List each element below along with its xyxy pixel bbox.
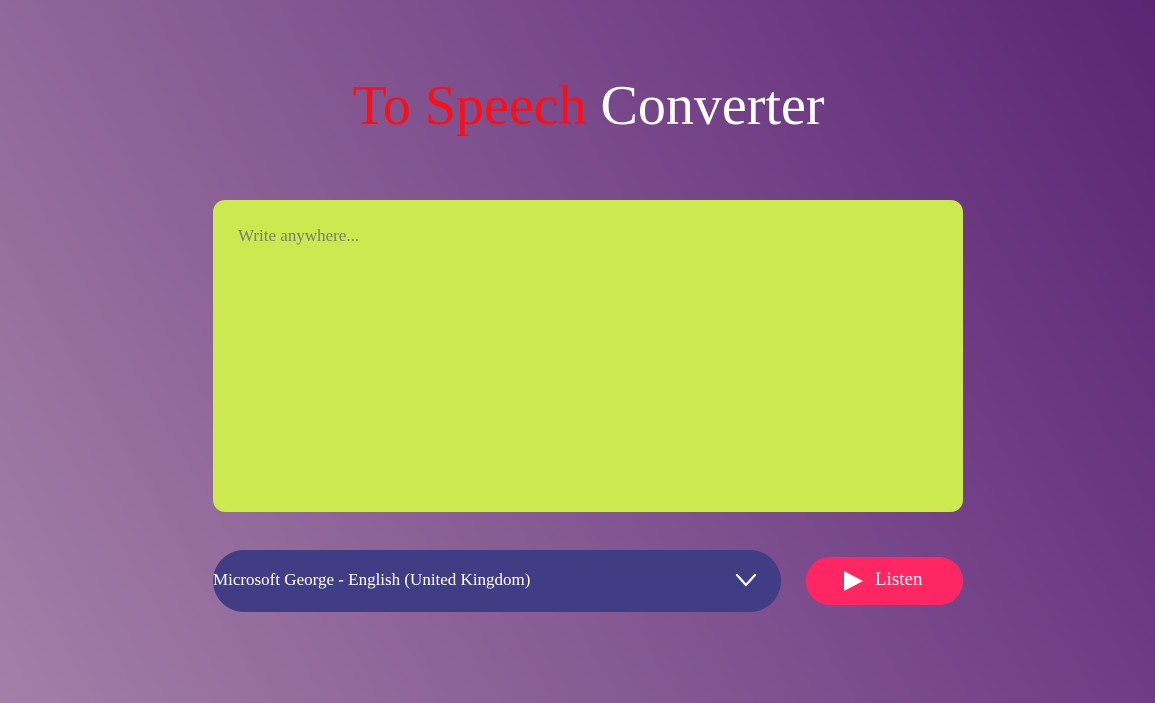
title-rest: Converter [600, 75, 825, 137]
voice-select-value: Microsoft George - English (United Kingd… [213, 570, 531, 589]
play-icon [844, 571, 863, 591]
title-accent: To Speech [352, 75, 587, 137]
page-title: To Speech Converter [0, 73, 1155, 139]
text-input[interactable] [213, 200, 963, 512]
voice-select[interactable]: Microsoft George - English (United Kingd… [213, 550, 781, 612]
listen-button[interactable]: Listen [806, 557, 963, 605]
chevron-down-icon [735, 573, 757, 587]
listen-label: Listen [875, 569, 923, 590]
